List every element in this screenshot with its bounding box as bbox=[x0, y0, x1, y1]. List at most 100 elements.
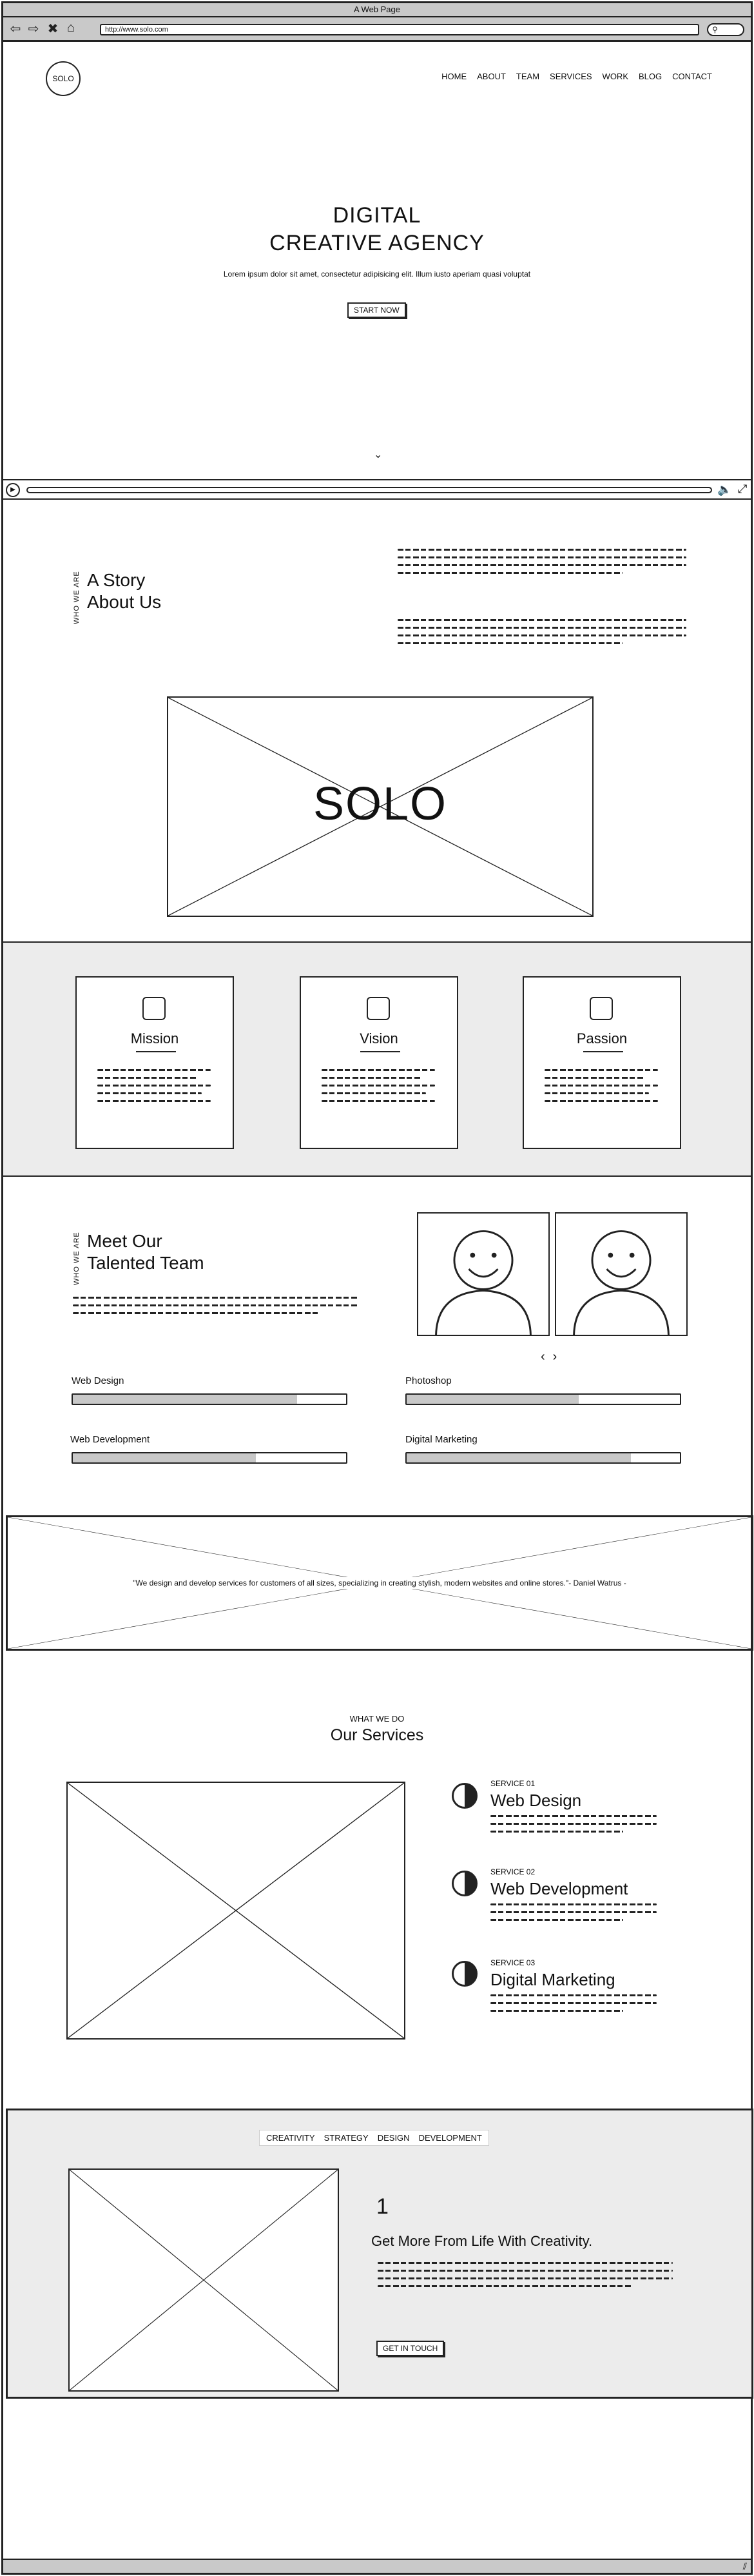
skill-label-web-design: Web Design bbox=[72, 1375, 124, 1386]
service-text bbox=[490, 1903, 657, 1927]
team-carousel-arrows: ‹› bbox=[541, 1350, 565, 1364]
text-line bbox=[398, 642, 623, 644]
text-line bbox=[73, 1304, 359, 1306]
video-controls: ▶ 🔈 ⤢ bbox=[3, 480, 751, 500]
skill-bar-fill bbox=[73, 1395, 297, 1404]
creativity-number: 1 bbox=[376, 2194, 389, 2219]
text-line bbox=[398, 634, 686, 636]
skill-bar-photoshop bbox=[405, 1393, 681, 1405]
text-line bbox=[545, 1077, 644, 1079]
logo[interactable]: SOLO bbox=[46, 61, 81, 96]
half-circle-icon bbox=[452, 1871, 478, 1896]
text-line bbox=[398, 549, 686, 551]
browser-toolbar: ⇦ ⇨ ✖ ⌂ http://www.solo.com ⚲ bbox=[3, 17, 751, 42]
creativity-image bbox=[68, 2168, 339, 2392]
text-line bbox=[490, 1903, 657, 1905]
text-line bbox=[398, 564, 686, 566]
skill-bar-fill bbox=[407, 1395, 579, 1404]
resize-grip-icon[interactable]: ⫽ bbox=[743, 2561, 747, 2572]
text-line bbox=[378, 2277, 673, 2279]
tab-creativity[interactable]: CREATIVITY bbox=[266, 2133, 315, 2143]
chevron-right-icon[interactable]: › bbox=[553, 1350, 565, 1364]
skill-label-digital-marketing: Digital Marketing bbox=[405, 1434, 478, 1445]
close-icon[interactable]: ✖ bbox=[46, 23, 60, 37]
text-line bbox=[490, 1919, 624, 1921]
hero-title-line-1: DIGITAL bbox=[333, 203, 421, 228]
browser-search-field[interactable]: ⚲ bbox=[707, 23, 744, 36]
person-icon bbox=[573, 1230, 670, 1335]
main-menu: HOME ABOUT TEAM SERVICES WORK BLOG CONTA… bbox=[441, 72, 712, 81]
tab-strategy[interactable]: STRATEGY bbox=[324, 2133, 369, 2143]
value-card-text bbox=[97, 1069, 211, 1108]
skill-label-web-development: Web Development bbox=[70, 1434, 150, 1445]
browser-window: A Web Page ⇦ ⇨ ✖ ⌂ http://www.solo.com ⚲… bbox=[1, 1, 753, 2575]
square-icon bbox=[590, 997, 613, 1020]
image-placeholder-cross bbox=[68, 1783, 404, 2038]
title-underline bbox=[583, 1051, 623, 1052]
value-card-text bbox=[322, 1069, 435, 1108]
half-circle-icon bbox=[452, 1783, 478, 1809]
home-icon[interactable]: ⌂ bbox=[64, 21, 78, 35]
back-icon[interactable]: ⇦ bbox=[8, 23, 23, 37]
text-line bbox=[73, 1312, 319, 1314]
menu-item-services[interactable]: SERVICES bbox=[550, 72, 592, 81]
menu-item-blog[interactable]: BLOG bbox=[639, 72, 662, 81]
get-in-touch-button[interactable]: GET IN TOUCH bbox=[376, 2341, 445, 2356]
service-title-web-design[interactable]: Web Design bbox=[490, 1791, 581, 1811]
team-member-photo[interactable] bbox=[555, 1212, 688, 1336]
value-card-title: Vision bbox=[360, 1030, 398, 1047]
menu-item-work[interactable]: WORK bbox=[603, 72, 628, 81]
service-text bbox=[490, 1815, 657, 1838]
image-placeholder-cross bbox=[70, 2170, 338, 2390]
service-kicker: SERVICE 01 bbox=[490, 1779, 536, 1788]
text-line bbox=[97, 1100, 211, 1102]
about-image-label: SOLO bbox=[313, 778, 448, 830]
service-kicker: SERVICE 03 bbox=[490, 1958, 536, 1967]
volume-icon[interactable]: 🔈 bbox=[717, 483, 731, 497]
menu-item-contact[interactable]: CONTACT bbox=[672, 72, 712, 81]
play-icon[interactable]: ▶ bbox=[6, 483, 20, 497]
skill-bar-fill bbox=[73, 1453, 256, 1462]
menu-item-team[interactable]: TEAM bbox=[516, 72, 539, 81]
value-card-passion: Passion bbox=[523, 976, 681, 1149]
about-title-line-2: About Us bbox=[87, 592, 162, 612]
hero-subtitle: Lorem ipsum dolor sit amet, consectetur … bbox=[223, 270, 531, 279]
text-line bbox=[398, 556, 686, 558]
fullscreen-icon[interactable]: ⤢ bbox=[738, 482, 747, 496]
video-progress-track[interactable] bbox=[26, 487, 712, 493]
service-kicker: SERVICE 02 bbox=[490, 1867, 536, 1876]
text-line bbox=[398, 572, 623, 574]
window-title: A Web Page bbox=[3, 3, 751, 17]
person-icon bbox=[435, 1230, 532, 1335]
start-now-button[interactable]: START NOW bbox=[347, 302, 406, 318]
value-card-text bbox=[545, 1069, 658, 1108]
skill-bar-fill bbox=[407, 1453, 631, 1462]
text-line bbox=[490, 1815, 657, 1817]
menu-item-home[interactable]: HOME bbox=[441, 72, 467, 81]
text-line bbox=[490, 1911, 657, 1913]
team-kicker: WHO WE ARE bbox=[73, 1232, 81, 1285]
text-line bbox=[97, 1085, 211, 1086]
tab-development[interactable]: DEVELOPMENT bbox=[419, 2133, 482, 2143]
chevron-down-icon[interactable]: ⌄ bbox=[374, 448, 382, 461]
creativity-title: Get More From Life With Creativity. bbox=[371, 2233, 593, 2249]
menu-item-about[interactable]: ABOUT bbox=[477, 72, 506, 81]
service-title-web-development[interactable]: Web Development bbox=[490, 1879, 628, 1899]
text-line bbox=[545, 1069, 658, 1071]
testimonial-quote-text: "We design and develop services for cust… bbox=[130, 1577, 629, 1589]
address-bar[interactable]: http://www.solo.com bbox=[100, 24, 699, 35]
text-line bbox=[490, 1823, 657, 1825]
text-line bbox=[97, 1069, 211, 1071]
half-circle-icon bbox=[452, 1961, 478, 1987]
browser-status-bar: ⫽ bbox=[3, 2559, 751, 2573]
square-icon bbox=[142, 997, 166, 1020]
service-title-digital-marketing[interactable]: Digital Marketing bbox=[490, 1970, 615, 1990]
text-line bbox=[490, 2010, 624, 2012]
title-underline bbox=[360, 1051, 400, 1052]
about-title-line-1: A Story bbox=[87, 570, 146, 590]
text-line bbox=[545, 1092, 649, 1094]
team-member-photo[interactable] bbox=[417, 1212, 550, 1336]
chevron-left-icon[interactable]: ‹ bbox=[541, 1350, 553, 1364]
forward-icon[interactable]: ⇨ bbox=[26, 23, 41, 37]
tab-design[interactable]: DESIGN bbox=[378, 2133, 410, 2143]
